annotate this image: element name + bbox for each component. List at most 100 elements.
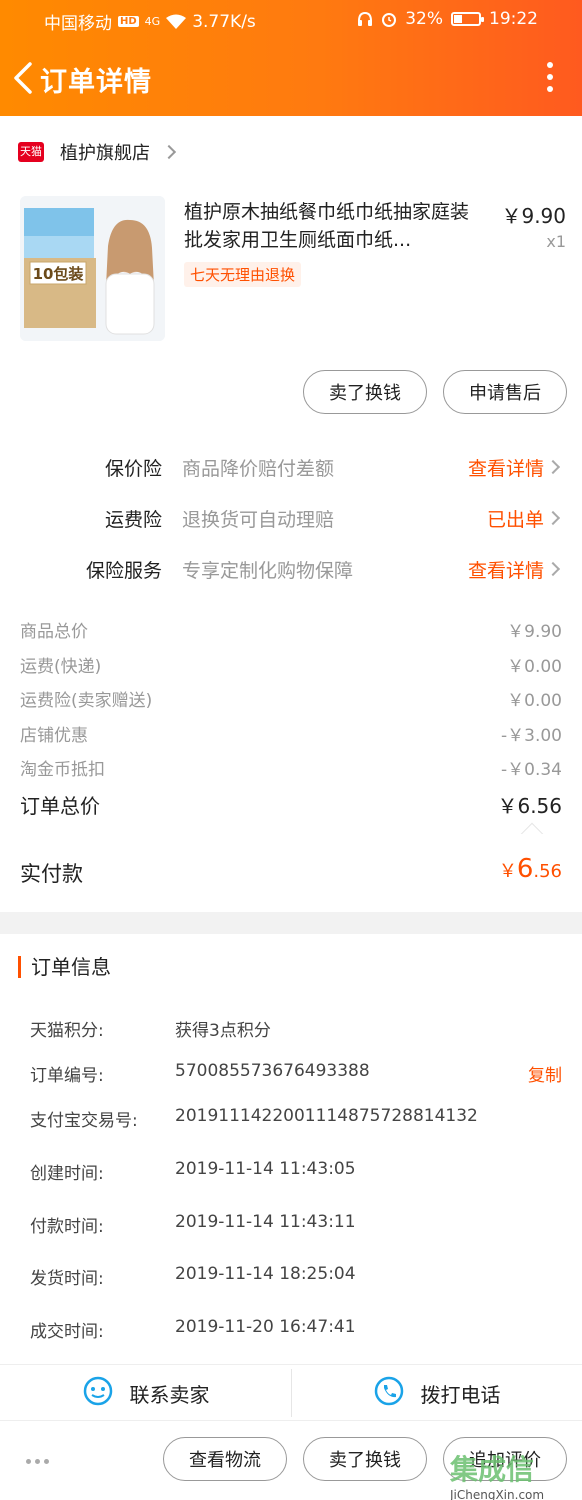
insurance-row-shipping[interactable]: 运费险 退换货可自动理赔 已出单 <box>0 503 582 533</box>
order-total-row: 订单总价 ￥6.56 <box>0 788 582 818</box>
currency-symbol: ￥ <box>498 861 517 882</box>
store-link[interactable]: 天猫 植护旗舰店 <box>18 138 177 166</box>
more-dots-icon[interactable] <box>26 1459 49 1464</box>
alarm-icon <box>381 11 397 27</box>
actual-paid-row: 实付款 ￥6.56 <box>0 834 582 912</box>
phone-icon <box>373 1375 405 1412</box>
info-value: 2019-11-14 18:25:04 <box>175 1264 356 1284</box>
call-phone-label: 拨打电话 <box>420 1382 501 1407</box>
price-value: ￥0.00 <box>507 657 562 677</box>
sell-button[interactable]: 卖了换钱 <box>303 1437 427 1481</box>
paid-integer: 6 <box>516 854 534 884</box>
info-label: 支付宝交易号: <box>30 1111 138 1131</box>
section-gap <box>0 912 582 934</box>
battery-percent: 32% <box>405 9 443 29</box>
watermark-logo: 集成信 JiChengXin.com <box>450 1448 570 1500</box>
order-total-label: 订单总价 <box>20 794 100 818</box>
info-label: 创建时间: <box>30 1164 104 1184</box>
info-row: 创建时间: 2019-11-14 11:43:05 <box>0 1157 582 1184</box>
hd-icon: HD <box>118 16 139 27</box>
info-value: 2019-11-14 11:43:05 <box>175 1159 356 1179</box>
signal-icon: 4G <box>144 15 161 28</box>
call-phone-button[interactable]: 拨打电话 <box>291 1365 582 1421</box>
bottom-action-bar: 查看物流 卖了换钱 追加评价 集成信 JiChengXin.com <box>0 1420 582 1500</box>
order-total-value: ￥6.56 <box>497 794 562 818</box>
clock: 19:22 <box>489 9 538 29</box>
contact-seller-button[interactable]: 联系卖家 <box>0 1365 291 1421</box>
price-value: ￥9.90 <box>507 622 562 642</box>
product-quantity: x1 <box>546 232 566 251</box>
price-row: 淘金币抵扣 -￥0.34 <box>0 753 582 780</box>
page-title: 订单详情 <box>40 67 152 98</box>
after-sale-button[interactable]: 申请售后 <box>443 370 567 414</box>
paid-decimal: .56 <box>533 861 562 882</box>
insurance-row-price-protection[interactable]: 保价险 商品降价赔付差额 查看详情 <box>0 452 582 482</box>
info-label: 付款时间: <box>30 1217 104 1237</box>
info-row: 成交时间: 2019-11-20 16:47:41 <box>0 1315 582 1342</box>
return-policy-tag: 七天无理由退换 <box>184 262 302 287</box>
nav-bar: 订单详情 <box>0 48 582 108</box>
info-value: 2019-11-20 16:47:41 <box>175 1317 356 1337</box>
chevron-right-icon <box>545 561 561 577</box>
product-image[interactable]: 10包装 <box>20 196 165 341</box>
info-row: 订单编号: 570085573676493388 复制 <box>0 1059 582 1086</box>
price-row: 商品总价 ￥9.90 <box>0 615 582 642</box>
watermark-text: 集成信 <box>450 1453 535 1486</box>
chevron-right-icon <box>161 144 177 160</box>
status-bar: 中国移动 HD 4G 3.77K/s 32% 19:22 <box>0 0 582 40</box>
contact-bar: 联系卖家 拨打电话 <box>0 1364 582 1420</box>
wifi-icon <box>166 14 187 30</box>
info-label: 订单编号: <box>30 1066 104 1086</box>
insurance-action[interactable]: 已出单 <box>487 505 544 532</box>
back-arrow-icon[interactable] <box>10 60 36 96</box>
chevron-right-icon <box>545 510 561 526</box>
info-label: 成交时间: <box>30 1322 104 1342</box>
price-label: 商品总价 <box>20 622 88 642</box>
price-value: ￥0.00 <box>507 691 562 711</box>
product-title[interactable]: 植护原木抽纸餐巾纸巾纸抽家庭装批发家用卫生厕纸面巾纸... <box>184 198 484 254</box>
app-header: 中国移动 HD 4G 3.77K/s 32% 19:22 订单详情 <box>0 0 582 116</box>
insurance-action[interactable]: 查看详情 <box>468 556 544 583</box>
insurance-row-service[interactable]: 保险服务 专享定制化购物保障 查看详情 <box>0 554 582 584</box>
battery-icon <box>451 12 484 26</box>
view-logistics-button[interactable]: 查看物流 <box>163 1437 287 1481</box>
chevron-right-icon <box>545 459 561 475</box>
info-row: 付款时间: 2019-11-14 11:43:11 <box>0 1210 582 1237</box>
insurance-desc: 退换货可自动理赔 <box>182 509 335 531</box>
info-value: 570085573676493388 <box>175 1061 370 1081</box>
network-speed: 3.77K/s <box>192 11 256 32</box>
info-row: 发货时间: 2019-11-14 18:25:04 <box>0 1262 582 1289</box>
product-price: ￥9.90 <box>501 204 566 228</box>
info-label: 发货时间: <box>30 1269 104 1289</box>
more-menu-icon[interactable] <box>546 62 554 94</box>
actual-paid-value: ￥6.56 <box>499 854 562 884</box>
chat-face-icon <box>82 1375 114 1412</box>
carrier-label: 中国移动 <box>44 14 112 34</box>
insurance-label: 运费险 <box>104 509 162 531</box>
insurance-action[interactable]: 查看详情 <box>468 454 544 481</box>
insurance-label: 保险服务 <box>85 560 162 582</box>
info-row: 支付宝交易号: 2019111422001114875728814132 <box>0 1104 582 1131</box>
contact-seller-label: 联系卖家 <box>129 1382 210 1407</box>
headset-icon <box>357 11 373 27</box>
price-value: -￥0.34 <box>501 760 562 780</box>
insurance-desc: 商品降价赔付差额 <box>182 458 335 480</box>
sell-button[interactable]: 卖了换钱 <box>303 370 427 414</box>
price-label: 淘金币抵扣 <box>20 760 105 780</box>
insurance-label: 保价险 <box>104 458 162 480</box>
watermark-url: JiChengXin.com <box>450 1488 545 1500</box>
order-info-title: 订单信息 <box>18 956 111 978</box>
store-name: 植护旗舰店 <box>60 143 150 164</box>
copy-button[interactable]: 复制 <box>528 1061 562 1086</box>
info-value: 2019111422001114875728814132 <box>175 1106 478 1126</box>
price-row: 运费(快递) ￥0.00 <box>0 650 582 677</box>
price-label: 运费(快递) <box>20 657 102 677</box>
price-label: 店铺优惠 <box>20 726 88 746</box>
info-value: 获得3点积分 <box>175 1021 271 1041</box>
info-label: 天猫积分: <box>30 1021 104 1041</box>
price-value: -￥3.00 <box>501 726 562 746</box>
info-value: 2019-11-14 11:43:11 <box>175 1212 356 1232</box>
actual-paid-label: 实付款 <box>20 862 83 886</box>
info-row: 天猫积分: 获得3点积分 <box>0 1014 582 1041</box>
tmall-icon: 天猫 <box>18 142 44 162</box>
